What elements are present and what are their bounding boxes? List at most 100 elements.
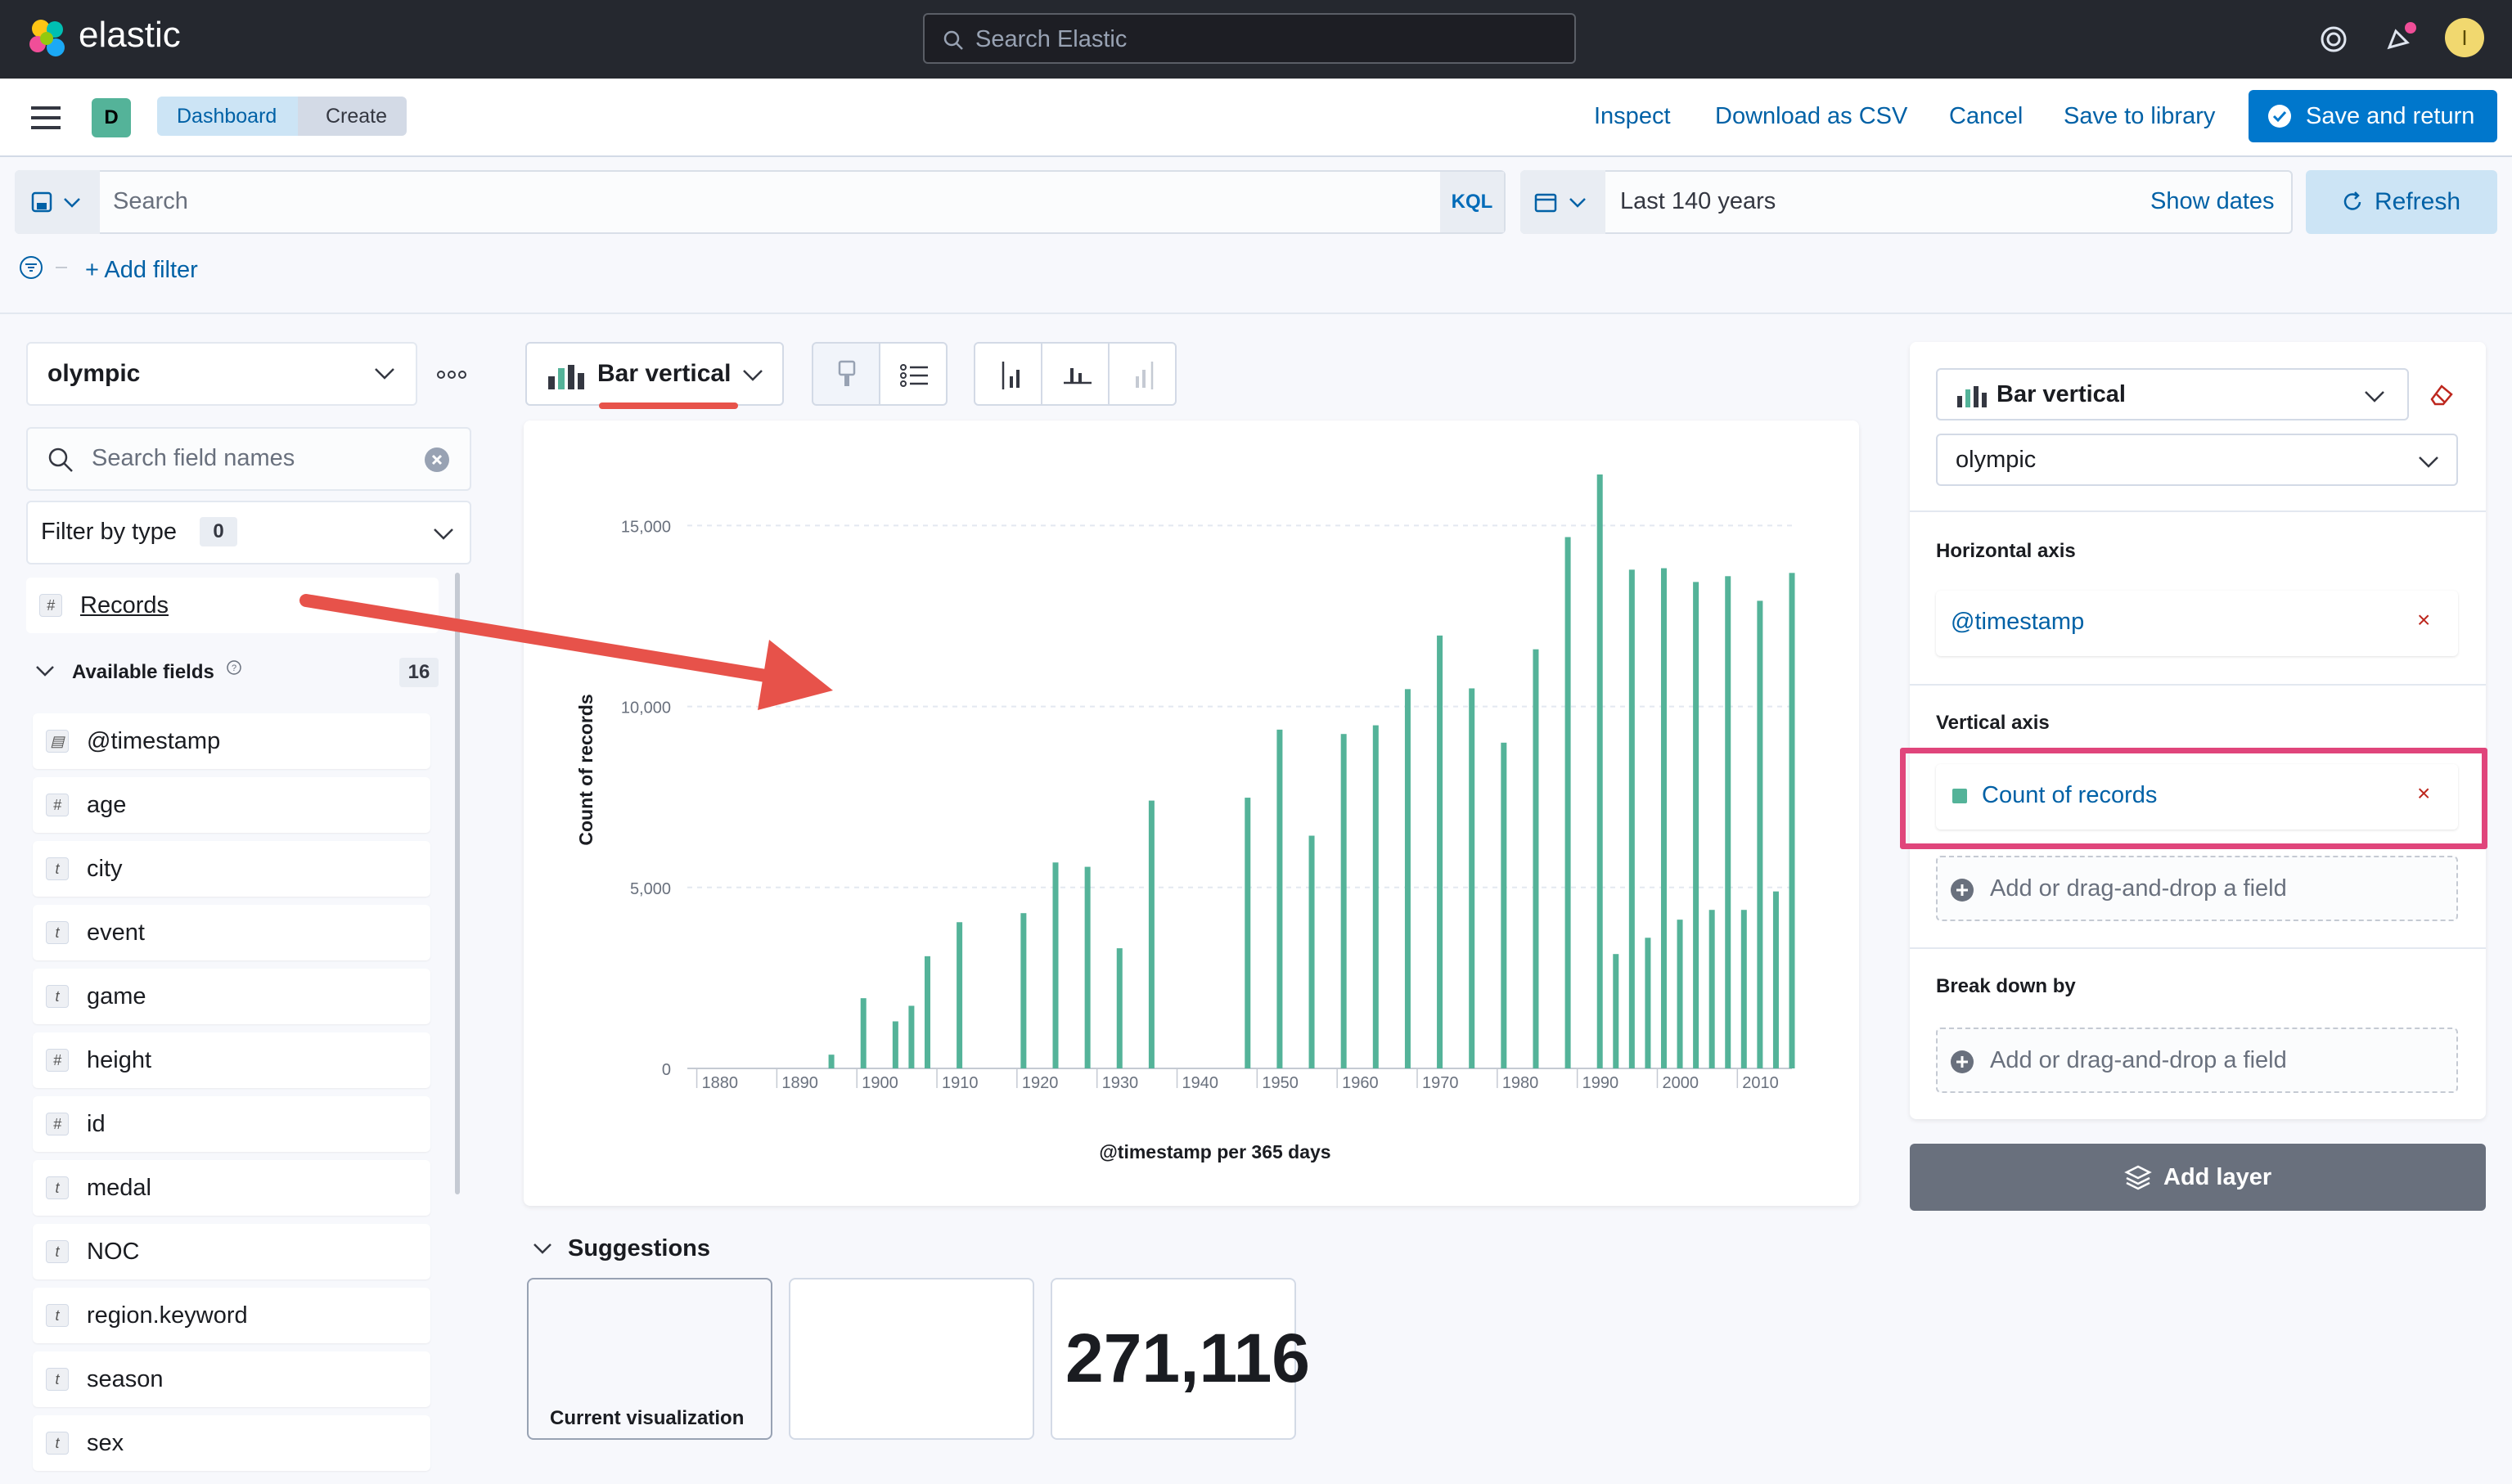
- bar: [1628, 569, 1635, 1068]
- bar: [1245, 798, 1251, 1068]
- field-name: game: [87, 983, 146, 1010]
- search-icon: [48, 447, 73, 472]
- query-bar[interactable]: [15, 170, 1506, 234]
- chevron-down-icon[interactable]: [532, 1242, 553, 1257]
- field-item[interactable]: t city: [33, 841, 430, 897]
- user-avatar[interactable]: I: [2445, 18, 2484, 57]
- bar: [1308, 835, 1315, 1068]
- eraser-icon[interactable]: [2429, 381, 2455, 407]
- filter-options-icon[interactable]: [18, 255, 67, 280]
- field-item[interactable]: t NOC: [33, 1224, 430, 1279]
- records-field-label[interactable]: Records: [80, 592, 169, 619]
- more-options-icon[interactable]: [437, 370, 466, 380]
- bar: [828, 1055, 835, 1068]
- refresh-icon: [2343, 191, 2361, 210]
- vertical-axis-label: Vertical axis: [1936, 712, 2050, 734]
- global-search-input[interactable]: Search Elastic: [923, 13, 1576, 64]
- left-axis-button[interactable]: [974, 342, 1042, 406]
- suggestions-label[interactable]: Suggestions: [568, 1235, 710, 1262]
- bar-chart-icon: [548, 365, 584, 389]
- field-item[interactable]: t medal: [33, 1160, 430, 1216]
- list-icon: [900, 364, 928, 387]
- kql-toggle[interactable]: KQL: [1440, 172, 1504, 232]
- available-fields-label[interactable]: Available fields: [72, 661, 214, 684]
- field-item[interactable]: # age: [33, 777, 430, 833]
- string-type-icon: t: [46, 1176, 69, 1199]
- clear-icon[interactable]: [424, 447, 450, 473]
- x-tick-label: 1960: [1342, 1074, 1379, 1092]
- field-item[interactable]: t season: [33, 1351, 430, 1407]
- string-type-icon: t: [46, 985, 69, 1008]
- suggestion-card[interactable]: [789, 1278, 1034, 1440]
- saved-query-button[interactable]: [15, 170, 100, 234]
- bar-chart[interactable]: 05,00010,00015,0001880 1890 1900 1910 1920 19…: [524, 420, 1859, 1206]
- divider: [1910, 947, 2486, 949]
- right-axis-button[interactable]: [1108, 342, 1177, 406]
- cancel-link[interactable]: Cancel: [1949, 103, 2023, 130]
- x-axis-label: @timestamp per 365 days: [1099, 1141, 1330, 1162]
- space-badge[interactable]: D: [92, 98, 131, 137]
- bar: [1693, 582, 1699, 1068]
- field-item[interactable]: # height: [33, 1032, 430, 1088]
- vis-type-label: Bar vertical: [597, 360, 732, 387]
- show-dates-link[interactable]: Show dates: [2150, 188, 2275, 215]
- horizontal-axis-dimension[interactable]: @timestamp ×: [1936, 591, 2458, 656]
- visual-options-button[interactable]: [812, 342, 880, 406]
- chevron-down-icon[interactable]: [34, 664, 56, 679]
- divider: [1910, 684, 2486, 686]
- annotation-underline: [599, 402, 738, 409]
- inspect-link[interactable]: Inspect: [1594, 103, 1671, 130]
- add-layer-button[interactable]: Add layer: [1910, 1144, 2486, 1211]
- bar: [1437, 635, 1443, 1068]
- newsfeed-icon[interactable]: [2378, 18, 2420, 61]
- field-item[interactable]: t sex: [33, 1415, 430, 1471]
- field-name: NOC: [87, 1239, 140, 1265]
- save-to-library-link[interactable]: Save to library: [2064, 103, 2215, 130]
- time-range-label[interactable]: Last 140 years: [1620, 188, 1776, 215]
- check-circle-icon: [2268, 105, 2291, 128]
- chevron-down-icon: [64, 198, 80, 208]
- field-search-placeholder: Search field names: [92, 445, 295, 471]
- bar: [1613, 954, 1619, 1068]
- add-vertical-field-dropzone[interactable]: Add or drag-and-drop a field: [1936, 856, 2458, 921]
- breadcrumb-dashboard[interactable]: Dashboard: [157, 97, 299, 136]
- field-item[interactable]: t game: [33, 969, 430, 1024]
- add-filter-link[interactable]: + Add filter: [85, 257, 198, 284]
- left-axis-icon: [1002, 362, 1020, 389]
- y-tick-label: 5,000: [630, 880, 671, 898]
- field-name: city: [87, 856, 123, 882]
- field-item[interactable]: t event: [33, 905, 430, 960]
- layer-index-label: olympic: [1956, 447, 2037, 473]
- bar: [1148, 800, 1155, 1068]
- query-input[interactable]: Search: [113, 188, 188, 215]
- string-type-icon: t: [46, 1368, 69, 1391]
- horizontal-axis-field[interactable]: @timestamp: [1951, 609, 2084, 636]
- horizontal-axis-label: Horizontal axis: [1936, 540, 2076, 562]
- legend-button[interactable]: [879, 342, 948, 406]
- y-tick-label: 0: [662, 1061, 671, 1079]
- x-tick-label: 1980: [1502, 1074, 1539, 1092]
- refresh-label: Refresh: [2375, 188, 2461, 215]
- layers-icon: [2124, 1165, 2152, 1190]
- paintbrush-icon: [838, 360, 856, 386]
- elastic-logo[interactable]: [25, 16, 70, 62]
- svg-text:?: ?: [232, 663, 236, 673]
- help-icon[interactable]: [2312, 18, 2355, 61]
- field-name: season: [87, 1366, 164, 1392]
- download-csv-link[interactable]: Download as CSV: [1715, 103, 1907, 130]
- quick-select-button[interactable]: [1520, 170, 1605, 234]
- bottom-axis-button[interactable]: [1041, 342, 1110, 406]
- save-and-return-button[interactable]: Save and return: [2249, 90, 2497, 142]
- remove-dimension-icon[interactable]: ×: [2417, 607, 2430, 633]
- bar: [1645, 938, 1651, 1068]
- x-tick-label: 1890: [781, 1074, 818, 1092]
- field-item[interactable]: # id: [33, 1096, 430, 1152]
- refresh-button[interactable]: Refresh: [2306, 170, 2497, 234]
- bar: [1596, 474, 1603, 1068]
- add-breakdown-field-dropzone[interactable]: Add or drag-and-drop a field: [1936, 1028, 2458, 1093]
- field-item[interactable]: ▤ @timestamp: [33, 713, 430, 769]
- layer-vis-type-label: Bar vertical: [1997, 381, 2126, 407]
- menu-icon[interactable]: [31, 106, 61, 129]
- bar: [1740, 910, 1747, 1068]
- field-item[interactable]: t region.keyword: [33, 1288, 430, 1343]
